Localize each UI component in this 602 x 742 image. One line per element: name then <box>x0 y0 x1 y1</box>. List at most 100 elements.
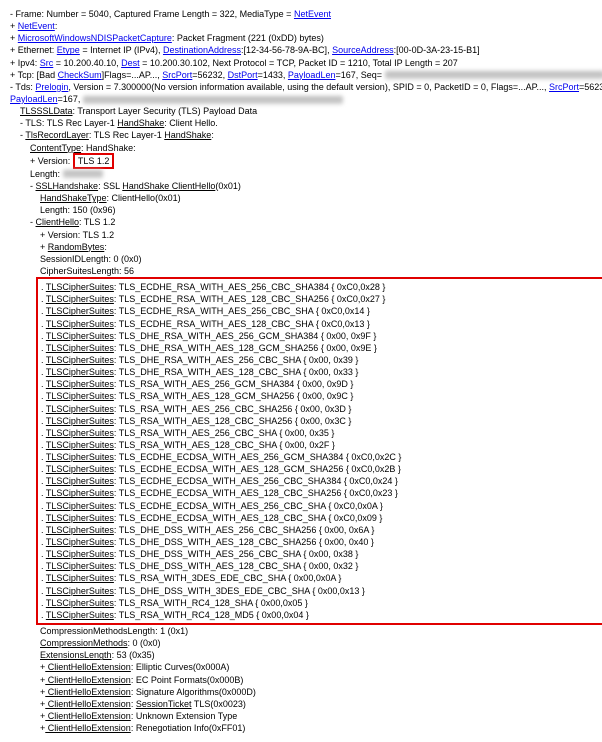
client-hello-extension-row[interactable]: + ClientHelloExtension: SessionTicket TL… <box>40 698 602 710</box>
cipher-suite-name: : TLS_RSA_WITH_AES_256_CBC_SHA256 <box>114 404 295 414</box>
client-hello-extension-row[interactable]: + ClientHelloExtension: Signature Algori… <box>40 686 602 698</box>
version-line[interactable]: + Version: TLS 1.2 <box>30 154 602 168</box>
cipher-suite-label: TLSCipherSuites <box>46 598 114 608</box>
cipher-suite-row[interactable]: . TLSCipherSuites: TLS_DHE_RSA_WITH_AES_… <box>41 342 602 354</box>
cipher-suite-row[interactable]: . TLSCipherSuites: TLS_RSA_WITH_AES_256_… <box>41 378 602 390</box>
cipher-suite-hex: { 0x00, 0x9F } <box>321 331 377 341</box>
cipher-suite-row[interactable]: . TLSCipherSuites: TLS_RSA_WITH_3DES_EDE… <box>41 572 602 584</box>
ndis-link[interactable]: MicrosoftWindowsNDISPacketCapture <box>18 33 172 43</box>
cipher-suite-row[interactable]: . TLSCipherSuites: TLS_ECDHE_ECDSA_WITH_… <box>41 500 602 512</box>
cipher-suite-hex: { 0x00, 0x9C } <box>297 391 354 401</box>
cipher-suite-row[interactable]: . TLSCipherSuites: TLS_RSA_WITH_AES_256_… <box>41 403 602 415</box>
cipher-suite-label: TLSCipherSuites <box>46 488 114 498</box>
cipher-suite-label: TLSCipherSuites <box>46 391 114 401</box>
cipher-suite-name: : TLS_DHE_RSA_WITH_AES_256_GCM_SHA384 <box>114 331 321 341</box>
cipher-suite-row[interactable]: . TLSCipherSuites: TLS_DHE_DSS_WITH_AES_… <box>41 560 602 572</box>
mediatype-link[interactable]: NetEvent <box>294 9 331 19</box>
cipher-suite-row[interactable]: . TLSCipherSuites: TLS_ECDHE_ECDSA_WITH_… <box>41 475 602 487</box>
payload-line: PayloadLen=167, <box>10 93 602 105</box>
client-hello-extension-row[interactable]: + ClientHelloExtension: Elliptic Curves(… <box>40 661 602 673</box>
ndis-line[interactable]: + MicrosoftWindowsNDISPacketCapture: Pac… <box>10 32 602 44</box>
cipher-suite-row[interactable]: . TLSCipherSuites: TLS_DHE_RSA_WITH_AES_… <box>41 330 602 342</box>
cipher-suite-row[interactable]: . TLSCipherSuites: TLS_ECDHE_RSA_WITH_AE… <box>41 281 602 293</box>
netevent-line[interactable]: + NetEvent: <box>10 20 602 32</box>
cipher-suite-row[interactable]: . TLSCipherSuites: TLS_ECDHE_ECDSA_WITH_… <box>41 512 602 524</box>
client-hello-extension-row[interactable]: + ClientHelloExtension: Renegotiation In… <box>40 722 602 734</box>
cipher-suite-hex: { 0xC0,0x2B } <box>346 464 401 474</box>
srcport-link[interactable]: SrcPort <box>162 70 192 80</box>
cipher-suite-row[interactable]: . TLSCipherSuites: TLS_DHE_DSS_WITH_3DES… <box>41 585 602 597</box>
netevent-link[interactable]: NetEvent <box>18 21 55 31</box>
cipher-suite-name: : TLS_RSA_WITH_RC4_128_MD5 <box>114 610 256 620</box>
cipher-suite-name: : TLS_ECDHE_ECDSA_WITH_AES_256_CBC_SHA38… <box>114 476 344 486</box>
dstport-link[interactable]: DstPort <box>228 70 258 80</box>
version2-line[interactable]: + Version: TLS 1.2 <box>40 229 602 241</box>
cipher-suite-row[interactable]: . TLSCipherSuites: TLS_DHE_RSA_WITH_AES_… <box>41 366 602 378</box>
cipher-suite-name: : TLS_DHE_DSS_WITH_AES_128_CBC_SHA256 <box>114 537 319 547</box>
dest-addr-link[interactable]: DestinationAddress <box>163 45 241 55</box>
ssl-handshake-line[interactable]: - SSLHandshake: SSL HandShake ClientHell… <box>30 180 602 192</box>
cipher-suite-hex: { 0x00, 0x40 } <box>319 537 374 547</box>
cipher-suite-row[interactable]: . TLSCipherSuites: TLS_DHE_DSS_WITH_AES_… <box>41 548 602 560</box>
cipher-suite-label: TLSCipherSuites <box>46 306 114 316</box>
blur-region <box>385 71 602 79</box>
cipher-suite-label: TLSCipherSuites <box>46 513 114 523</box>
tcp-line[interactable]: + Tcp: [Bad CheckSum]Flags=...AP..., Src… <box>10 69 602 81</box>
cipher-suite-hex: { 0x00, 0x38 } <box>303 549 358 559</box>
cipher-suite-row[interactable]: . TLSCipherSuites: TLS_RSA_WITH_RC4_128_… <box>41 597 602 609</box>
comp-meth-line: CompressionMethods: 0 (0x0) <box>40 637 602 649</box>
tls-header-line[interactable]: - TLS: TLS Rec Layer-1 HandShake: Client… <box>20 117 602 129</box>
payload-len-link[interactable]: PayloadLen <box>10 94 58 104</box>
client-hello-line[interactable]: - ClientHello: TLS 1.2 <box>30 216 602 228</box>
length2-line: Length: 150 (0x96) <box>40 204 602 216</box>
ip-dst-link[interactable]: Dest <box>121 58 140 68</box>
cipher-suite-row[interactable]: . TLSCipherSuites: TLS_ECDHE_ECDSA_WITH_… <box>41 487 602 499</box>
tds-srcport-link[interactable]: SrcPort <box>549 82 579 92</box>
cipher-suite-row[interactable]: . TLSCipherSuites: TLS_ECDHE_RSA_WITH_AE… <box>41 318 602 330</box>
payloadlen-link[interactable]: PayloadLen <box>288 70 336 80</box>
cipher-suite-name: : TLS_DHE_RSA_WITH_AES_128_GCM_SHA256 <box>114 343 321 353</box>
cipher-suite-name: : TLS_ECDHE_RSA_WITH_AES_256_CBC_SHA <box>114 306 316 316</box>
captured-len: 322 <box>220 9 235 19</box>
cipher-suite-label: TLSCipherSuites <box>46 549 114 559</box>
tls-record-line[interactable]: - TlsRecordLayer: TLS Rec Layer-1 HandSh… <box>20 129 602 141</box>
plus-icon: + <box>30 156 35 166</box>
cipher-suite-row[interactable]: . TLSCipherSuites: TLS_DHE_RSA_WITH_AES_… <box>41 354 602 366</box>
cipher-suite-row[interactable]: . TLSCipherSuites: TLS_ECDHE_RSA_WITH_AE… <box>41 305 602 317</box>
tds-line[interactable]: - Tds: Prelogin, Version = 7.300000(No v… <box>10 81 602 93</box>
cipher-suite-row[interactable]: . TLSCipherSuites: TLS_ECDHE_ECDSA_WITH_… <box>41 463 602 475</box>
cipher-suite-hex: { 0x00, 0x33 } <box>303 367 358 377</box>
length-line: Length: <box>30 168 602 180</box>
client-hello-extension-row[interactable]: + ClientHelloExtension: Unknown Extensio… <box>40 710 602 722</box>
client-hello-extension-row[interactable]: + ClientHelloExtension: EC Point Formats… <box>40 674 602 686</box>
ethernet-line[interactable]: + Ethernet: Etype = Internet IP (IPv4), … <box>10 44 602 56</box>
cipher-suite-name: : TLS_RSA_WITH_AES_256_CBC_SHA <box>114 428 279 438</box>
ipv4-line[interactable]: + Ipv4: Src = 10.200.40.10, Dest = 10.20… <box>10 57 602 69</box>
cipher-suite-row[interactable]: . TLSCipherSuites: TLS_RSA_WITH_RC4_128_… <box>41 609 602 621</box>
blur-region <box>83 96 343 104</box>
cipher-suite-row[interactable]: . TLSCipherSuites: TLS_RSA_WITH_AES_128_… <box>41 439 602 451</box>
cipher-suite-name: : TLS_ECDHE_ECDSA_WITH_AES_128_CBC_SHA <box>114 513 328 523</box>
plus-icon: + <box>10 21 15 31</box>
cipher-suite-row[interactable]: . TLSCipherSuites: TLS_RSA_WITH_AES_128_… <box>41 415 602 427</box>
cipher-suite-row[interactable]: . TLSCipherSuites: TLS_ECDHE_RSA_WITH_AE… <box>41 293 602 305</box>
src-addr-link[interactable]: SourceAddress <box>332 45 394 55</box>
content-type-line[interactable]: ContentType: HandShake: <box>30 142 602 154</box>
frame-line[interactable]: - Frame: Number = 5040, Captured Frame L… <box>10 8 602 20</box>
etype-link[interactable]: Etype <box>57 45 80 55</box>
checksum-link[interactable]: CheckSum <box>58 70 102 80</box>
cipher-suite-row[interactable]: . TLSCipherSuites: TLS_RSA_WITH_AES_128_… <box>41 390 602 402</box>
cipher-suite-row[interactable]: . TLSCipherSuites: TLS_ECDHE_ECDSA_WITH_… <box>41 451 602 463</box>
prelogin-link[interactable]: Prelogin <box>35 82 68 92</box>
ip-src-link[interactable]: Src <box>40 58 54 68</box>
cipher-suite-row[interactable]: . TLSCipherSuites: TLS_RSA_WITH_AES_256_… <box>41 427 602 439</box>
cipher-suite-hex: { 0x00, 0x6A } <box>319 525 375 535</box>
cipher-suite-hex: { 0xC0,0x2C } <box>346 452 402 462</box>
tls-data-line[interactable]: TLSSSLData: Transport Layer Security (TL… <box>20 105 602 117</box>
cipher-suite-row[interactable]: . TLSCipherSuites: TLS_DHE_DSS_WITH_AES_… <box>41 536 602 548</box>
random-bytes-line[interactable]: + RandomBytes: <box>40 241 602 253</box>
cipher-suite-label: TLSCipherSuites <box>46 501 114 511</box>
cipher-suite-label: TLSCipherSuites <box>46 525 114 535</box>
cipher-suite-row[interactable]: . TLSCipherSuites: TLS_DHE_DSS_WITH_AES_… <box>41 524 602 536</box>
cipher-suite-hex: { 0xC0,0x09 } <box>328 513 382 523</box>
